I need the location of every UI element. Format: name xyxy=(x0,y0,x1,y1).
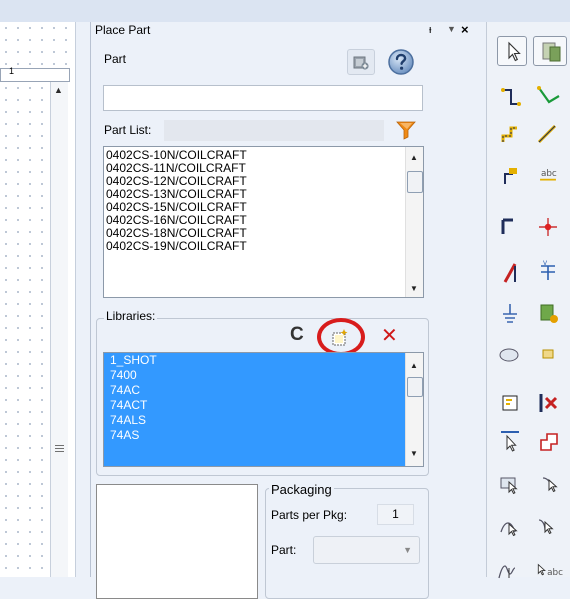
ruler: 1 xyxy=(0,66,70,82)
refresh-libraries-button[interactable]: C xyxy=(287,324,309,347)
bus-entry-icon[interactable] xyxy=(533,120,563,150)
ruler-label: 1 xyxy=(9,66,15,76)
scroll-up-icon[interactable]: ▲ xyxy=(54,85,63,95)
hierarchical-block-icon[interactable] xyxy=(533,298,563,328)
place-part-panel: Place Part ᵻ ▼ × Part Part List: 0402CS-… xyxy=(90,22,482,599)
text-icon[interactable]: abc xyxy=(533,162,563,192)
no-connect-icon[interactable] xyxy=(495,388,525,418)
libraries-label: Libraries: xyxy=(104,309,158,323)
add-part-button[interactable] xyxy=(347,49,375,75)
canvas-vertical-scrollbar[interactable]: ▲ xyxy=(50,82,68,577)
scroll-grip-icon[interactable] xyxy=(55,445,64,452)
scroll-up-icon[interactable]: ▲ xyxy=(410,153,418,162)
mirror-icon[interactable] xyxy=(533,468,563,498)
scroll-down-icon[interactable]: ▼ xyxy=(410,284,418,293)
ground-icon[interactable] xyxy=(495,298,525,328)
list-item[interactable]: 74ALS xyxy=(110,413,146,428)
scroll-thumb[interactable] xyxy=(407,171,423,193)
panel-menu-icon[interactable]: ▼ xyxy=(447,24,456,34)
list-item[interactable]: 74AC xyxy=(110,383,140,398)
svg-text:abc: abc xyxy=(541,169,557,179)
close-icon[interactable]: × xyxy=(461,22,469,37)
junction-icon[interactable] xyxy=(495,212,525,242)
hierarchical-pin-icon[interactable] xyxy=(533,388,563,418)
text-annotation-icon[interactable]: abc xyxy=(533,554,563,584)
select-tool-button[interactable] xyxy=(497,36,527,66)
part-list[interactable]: 0402CS-10N/COILCRAFT 0402CS-11N/COILCRAF… xyxy=(103,146,424,298)
place-pin-icon[interactable] xyxy=(533,426,563,456)
help-button[interactable] xyxy=(386,48,416,76)
schematic-canvas[interactable]: 1 ▲ xyxy=(0,22,76,577)
port-icon[interactable] xyxy=(495,426,525,456)
parts-per-pkg-value: 1 xyxy=(377,504,414,525)
place-net-icon[interactable] xyxy=(533,212,563,242)
auto-wire-icon[interactable] xyxy=(533,82,563,112)
add-part-icon xyxy=(353,56,369,70)
bus-icon[interactable] xyxy=(495,120,525,150)
part-label: Part xyxy=(104,52,127,66)
part-list-label: Part List: xyxy=(104,123,152,137)
panel-title: Place Part xyxy=(95,23,151,37)
part-list-filter-field[interactable] xyxy=(164,120,384,141)
refresh-icon: C xyxy=(290,324,304,345)
scroll-down-icon[interactable]: ▼ xyxy=(410,449,418,458)
pin-icon[interactable]: ᵻ xyxy=(429,24,431,36)
list-item[interactable]: 0402CS-19N/COILCRAFT xyxy=(106,240,247,253)
ellipse-icon[interactable] xyxy=(495,340,525,370)
part-preview xyxy=(96,484,258,599)
libraries-list[interactable]: 1_SHOT 7400 74AC 74ACT 74ALS 74AS ▲ ▼ xyxy=(103,352,424,467)
title-band xyxy=(0,0,570,22)
highlight-circle xyxy=(317,318,365,356)
net-alias-icon[interactable] xyxy=(495,162,525,192)
hierarchical-port-icon[interactable] xyxy=(533,340,563,370)
package-part-select[interactable]: ▼ xyxy=(313,536,420,564)
list-item[interactable]: 74AS xyxy=(110,428,139,443)
rotate-icon[interactable] xyxy=(495,468,525,498)
wire-icon[interactable] xyxy=(495,82,525,112)
text-box-icon[interactable] xyxy=(533,512,563,542)
part-input[interactable] xyxy=(103,85,423,111)
chevron-down-icon: ▼ xyxy=(403,545,412,555)
parts-per-pkg-label: Parts per Pkg: xyxy=(271,508,348,522)
list-item[interactable]: 1_SHOT xyxy=(110,353,157,368)
select-alt-tool-button[interactable] xyxy=(533,36,567,66)
scroll-thumb[interactable] xyxy=(407,377,423,397)
packaging-label: Packaging xyxy=(269,482,334,497)
filter-icon[interactable] xyxy=(395,120,417,140)
part-list-scrollbar[interactable]: ▲ ▼ xyxy=(405,147,423,297)
scroll-up-icon[interactable]: ▲ xyxy=(410,361,418,370)
remove-library-button[interactable]: ✕ xyxy=(377,325,399,347)
offpage-icon[interactable]: V xyxy=(533,258,563,288)
package-part-label: Part: xyxy=(271,543,297,557)
power-icon[interactable] xyxy=(495,258,525,288)
arc-icon[interactable] xyxy=(495,554,525,584)
remove-icon: ✕ xyxy=(381,325,398,347)
bezier-icon[interactable] xyxy=(495,512,525,542)
select-icon xyxy=(508,41,521,62)
select-alt-icon xyxy=(542,42,561,62)
tool-palette: abc V abc xyxy=(486,22,570,578)
list-item[interactable]: 74ACT xyxy=(110,398,147,413)
list-item[interactable]: 7400 xyxy=(110,368,137,383)
help-icon xyxy=(388,49,414,75)
libraries-scrollbar[interactable]: ▲ ▼ xyxy=(405,353,423,466)
